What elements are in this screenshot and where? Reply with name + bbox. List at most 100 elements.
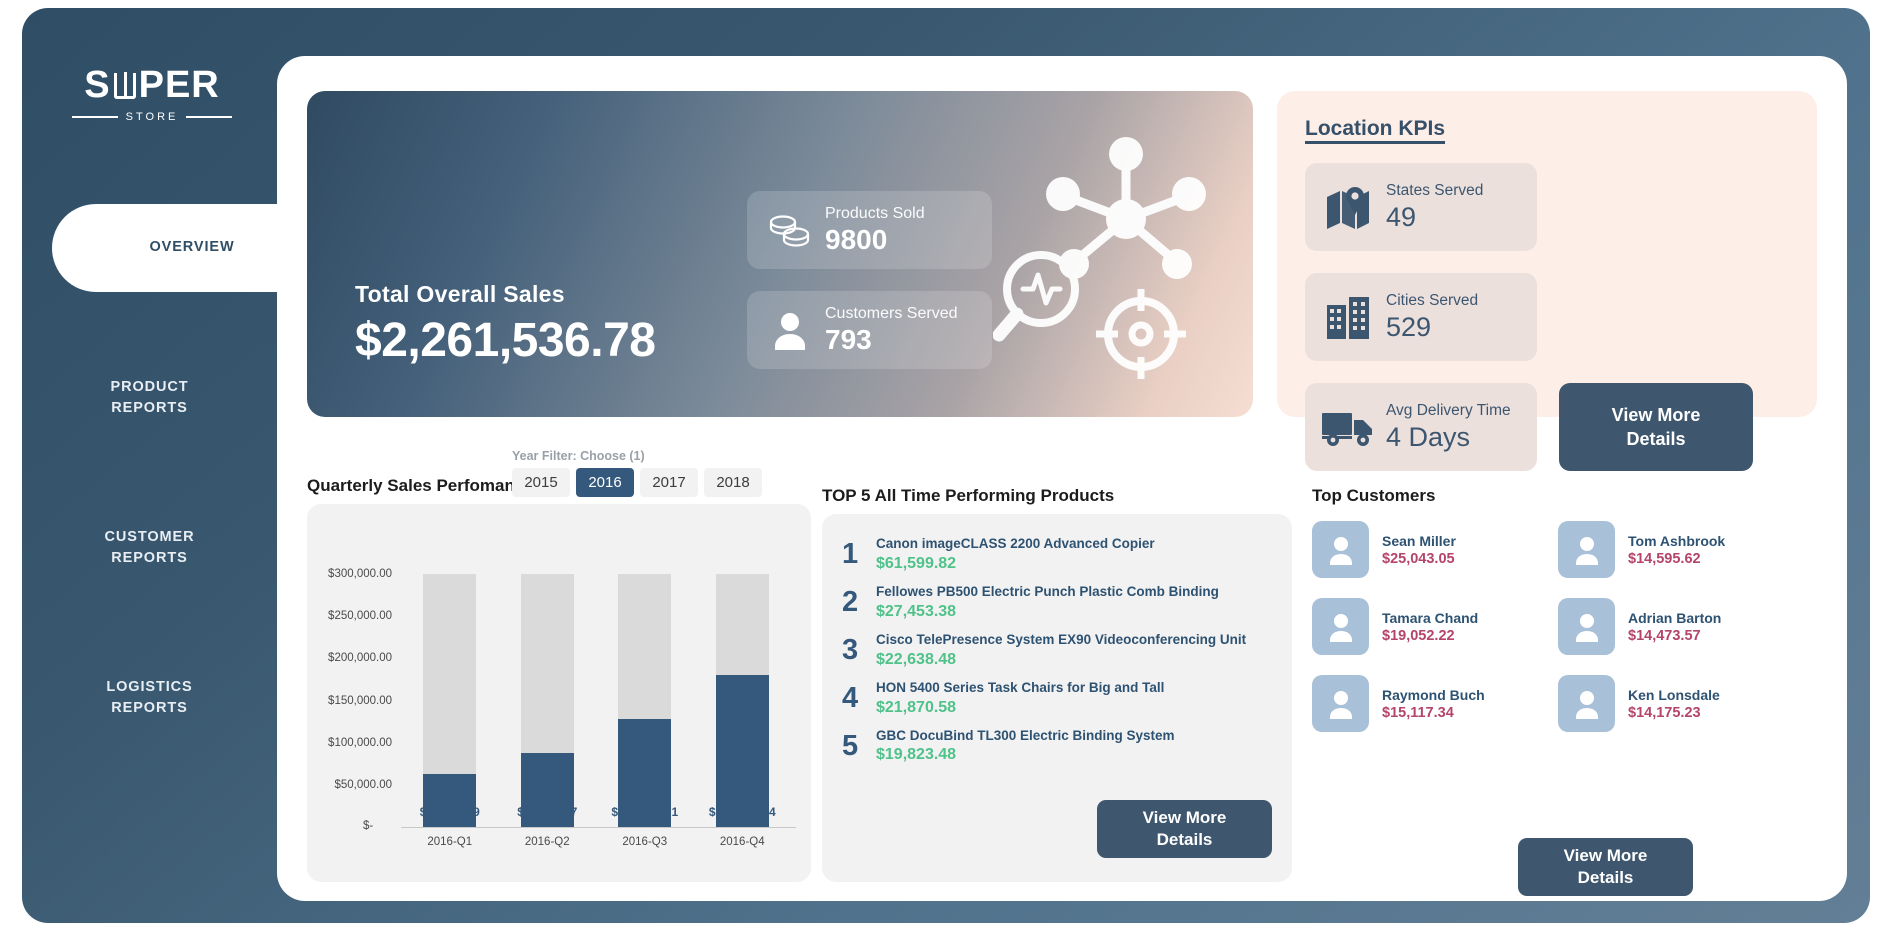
map-pin-icon (1319, 180, 1377, 234)
avatar (1558, 598, 1615, 655)
customer-item[interactable]: Tom Ashbrook $14,595.62 (1558, 521, 1782, 578)
location-view-more-details-button[interactable]: View More Details (1559, 383, 1753, 471)
brand-name-part2: PER (138, 64, 220, 106)
sidebar: S PER STORE OVERVIEW PRODUCT REPORTS CUS… (22, 8, 332, 923)
product-rank: 1 (842, 538, 859, 570)
customers-served-card: Customers Served 793 (747, 291, 992, 369)
app-window: S PER STORE OVERVIEW PRODUCT REPORTS CUS… (22, 8, 1870, 923)
product-row[interactable]: 4 HON 5400 Series Task Chairs for Big an… (842, 680, 1272, 717)
brand-name-part1: S (84, 64, 111, 106)
total-sales-value: $2,261,536.78 (355, 314, 656, 367)
states-served-caption: States Served (1386, 181, 1484, 199)
top-products-title: TOP 5 All Time Performing Products (822, 486, 1115, 505)
location-kpis-title: Location KPIs (1305, 117, 1446, 140)
avatar (1558, 675, 1615, 732)
top-customers-grid: Sean Miller $25,043.05 Tom Ashbrook $14,595… (1312, 521, 1782, 732)
customer-name: Ken Lonsdale (1628, 686, 1720, 703)
year-tab-2017[interactable]: 2017 (640, 468, 698, 497)
x-tick-label: 2016-Q2 (524, 836, 570, 848)
brand-wordmark: S PER (72, 66, 232, 104)
product-amount: $27,453.38 (876, 602, 957, 620)
product-rank: 4 (842, 681, 859, 714)
year-tab-2018[interactable]: 2018 (704, 468, 762, 497)
customers-served-text: Customers Served 793 (825, 305, 958, 356)
customer-name: Tom Ashbrook (1628, 532, 1726, 549)
cities-served-card: Cities Served 529 (1305, 273, 1537, 361)
x-tick-label: 2016-Q1 (427, 836, 473, 848)
product-info: Canon imageCLASS 2200 Advanced Copier $6… (876, 536, 1155, 573)
person-icon (763, 303, 817, 357)
sidebar-item-logistics-reports[interactable]: LOGISTICS REPORTS (22, 654, 277, 742)
sidebar-item-label: PRODUCT REPORTS (110, 378, 189, 416)
y-tick-zero: $- (363, 820, 374, 832)
total-sales-label: Total Overall Sales (355, 281, 565, 307)
customer-name: Raymond Buch (1382, 686, 1485, 703)
product-row[interactable]: 3 Cisco TelePresence System EX90 Videoco… (842, 632, 1272, 669)
customer-item[interactable]: Raymond Buch $15,117.34 (1312, 675, 1536, 732)
cities-served-value: 529 (1386, 311, 1432, 342)
y-tick-label: $100,000.00 (328, 736, 392, 749)
y-tick-label: $50,000.00 (334, 778, 392, 791)
sidebar-nav: OVERVIEW PRODUCT REPORTS CUSTOMER REPORT… (22, 204, 332, 804)
customer-name: Sean Miller (1382, 532, 1456, 549)
brand-logo: S PER STORE (72, 66, 233, 123)
cities-served-caption: Cities Served (1386, 291, 1479, 309)
x-tick-label: 2016-Q4 (719, 836, 765, 848)
avatar (1312, 598, 1369, 655)
y-tick-label: $150,000.00 (328, 694, 392, 707)
top-products-card: 1 Canon imageCLASS 2200 Advanced Copier … (822, 514, 1292, 882)
customers-view-more-details-button[interactable]: View More Details (1518, 838, 1693, 896)
magnifier-pulse-icon (992, 251, 1079, 342)
customer-item[interactable]: Sean Miller $25,043.05 (1312, 521, 1536, 578)
customers-served-caption: Customers Served (825, 304, 958, 322)
avatar (1312, 675, 1369, 732)
product-info: HON 5400 Series Task Chairs for Big and … (876, 680, 1164, 717)
products-sold-text: Products Sold 9800 (825, 205, 925, 256)
sidebar-item-label: LOGISTICS REPORTS (106, 678, 193, 716)
product-row[interactable]: 5 GBC DocuBind TL300 Electric Binding Sy… (842, 728, 1272, 765)
customer-text: Tamara Chand $19,052.22 (1382, 610, 1478, 644)
customer-item[interactable]: Tamara Chand $19,052.22 (1312, 598, 1536, 655)
products-view-more-details-button[interactable]: View More Details (1097, 800, 1272, 858)
target-icon (1096, 289, 1186, 379)
divider-right (186, 116, 233, 118)
products-sold-card: Products Sold 9800 (747, 191, 992, 269)
shopping-cart-icon (112, 69, 138, 101)
location-kpis-panel: Location KPIs States Served 49 Cities Se… (1277, 91, 1817, 471)
y-tick-label: $300,000.00 (328, 568, 392, 580)
product-name: Fellowes PB500 Electric Punch Plastic Co… (876, 583, 1219, 599)
avatar (1312, 521, 1369, 578)
product-info: Cisco TelePresence System EX90 Videoconf… (876, 632, 1246, 669)
year-filter-caption: Year Filter: Choose (1) (512, 449, 645, 463)
product-rank: 5 (842, 729, 859, 762)
bar-value-label: $62,357.69 (419, 805, 480, 819)
product-row[interactable]: 1 Canon imageCLASS 2200 Advanced Copier … (842, 536, 1272, 573)
avg-delivery-time-card: Avg Delivery Time 4 Days (1305, 383, 1537, 471)
product-row[interactable]: 2 Fellowes PB500 Electric Punch Plastic … (842, 584, 1272, 621)
bar-track (423, 574, 477, 827)
quarterly-chart-plot: $300,000.00 $250,000.00 $200,000.00 $150,00… (328, 568, 791, 848)
product-amount: $21,870.58 (876, 698, 957, 716)
product-name: Canon imageCLASS 2200 Advanced Copier (876, 536, 1155, 551)
product-info: Fellowes PB500 Electric Punch Plastic Co… (876, 584, 1219, 621)
product-amount: $22,638.48 (876, 650, 957, 668)
sidebar-item-label: OVERVIEW (149, 239, 235, 256)
year-tab-2016[interactable]: 2016 (576, 468, 634, 497)
customer-item[interactable]: Ken Lonsdale $14,175.23 (1558, 675, 1782, 732)
brand-subtitle-row: STORE (72, 111, 233, 123)
y-tick-label: $200,000.00 (328, 652, 392, 665)
year-filter-tabs: 2015 2016 2017 2018 (512, 468, 762, 497)
sidebar-item-product-reports[interactable]: PRODUCT REPORTS (22, 354, 277, 442)
sidebar-item-customer-reports[interactable]: CUSTOMER REPORTS (22, 504, 277, 592)
year-tab-2015[interactable]: 2015 (512, 468, 570, 497)
hero-decoration (992, 119, 1243, 389)
customer-text: Tom Ashbrook $14,595.62 (1628, 533, 1725, 567)
customer-amount: $15,117.34 (1382, 704, 1454, 721)
states-served-card: States Served 49 (1305, 163, 1537, 251)
product-info: GBC DocuBind TL300 Electric Binding Syst… (876, 728, 1175, 765)
product-name: GBC DocuBind TL300 Electric Binding Syst… (876, 727, 1175, 743)
customer-item[interactable]: Adrian Barton $14,473.57 (1558, 598, 1782, 655)
product-name: Cisco TelePresence System EX90 Videoconf… (876, 631, 1247, 647)
y-tick-label: $250,000.00 (328, 610, 392, 623)
customer-text: Raymond Buch $15,117.34 (1382, 687, 1485, 721)
